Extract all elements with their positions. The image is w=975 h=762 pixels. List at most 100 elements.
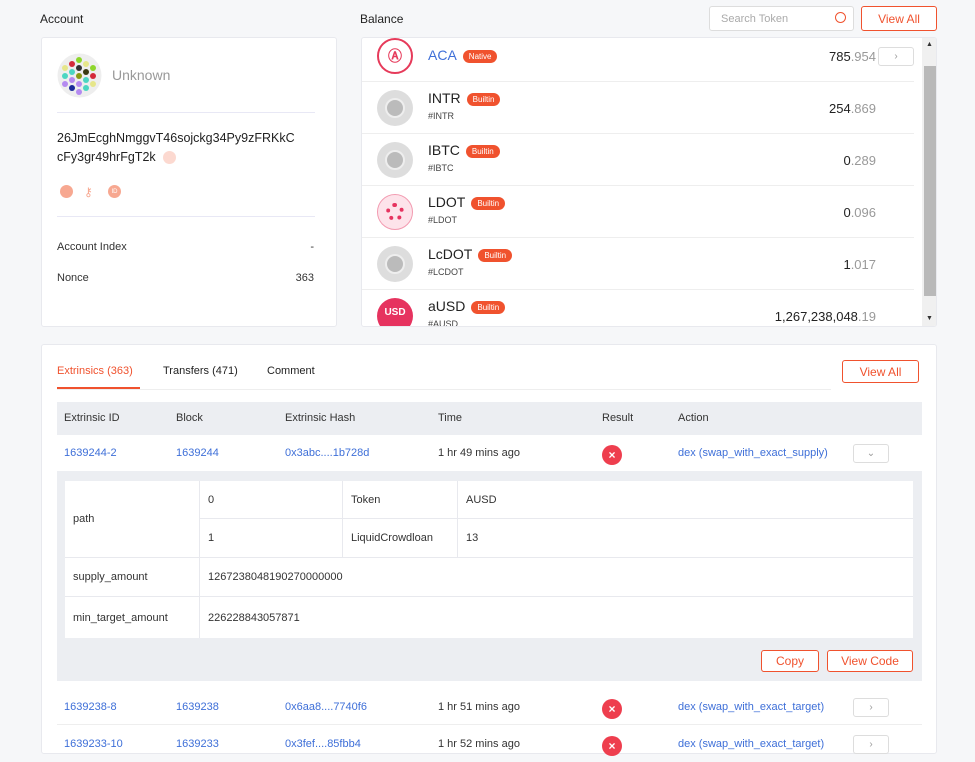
path-value: 13 <box>458 519 913 558</box>
token-symbol: #LCDOT <box>428 267 464 277</box>
account-index-value: - <box>310 241 314 253</box>
chevron-right-button[interactable]: › <box>853 698 889 717</box>
account-title: Account <box>40 12 84 26</box>
token-row[interactable]: Ⓐ ACA Native 785.954 › <box>362 38 914 82</box>
hash-link[interactable]: 0x3fef....85fbb4 <box>285 738 361 750</box>
divider <box>57 389 831 390</box>
chevron-down-button[interactable]: ⌄ <box>853 444 889 463</box>
block-link[interactable]: 1639238 <box>176 701 219 713</box>
table-header: Extrinsic ID Block Extrinsic Hash Time R… <box>57 402 922 435</box>
expanded-detail: path 0 Token AUSD 1 LiquidCrowdloan 13 s… <box>57 471 922 681</box>
token-badge: Builtin <box>466 92 501 106</box>
scrollbar-thumb[interactable] <box>924 66 936 296</box>
token-amount: 0.289 <box>843 153 876 168</box>
ldot-token-icon <box>377 194 413 230</box>
scroll-up-icon[interactable]: ▲ <box>926 41 933 48</box>
generic-token-icon <box>377 90 413 126</box>
tab-extrinsics[interactable]: Extrinsics (363) <box>57 365 133 377</box>
divider <box>57 216 315 217</box>
token-name: INTR <box>428 90 461 106</box>
nonce-label: Nonce <box>57 272 89 284</box>
ausd-token-icon: USD <box>377 298 413 326</box>
tab-comment[interactable]: Comment <box>267 365 315 377</box>
action-link[interactable]: dex (swap_with_exact_target) <box>678 738 824 750</box>
token-amount: 785.954 <box>828 49 876 64</box>
balance-card: Ⓐ ACA Native 785.954 › INTR Builtin #INTR … <box>361 37 937 327</box>
tab-transfers[interactable]: Transfers (471) <box>163 365 238 377</box>
token-name: LDOT <box>428 194 466 210</box>
account-name: Unknown <box>112 67 171 83</box>
extrinsics-view-all-button[interactable]: View All <box>842 360 919 383</box>
token-symbol: #LDOT <box>428 215 458 225</box>
path-index: 0 <box>200 481 343 519</box>
copy-button[interactable]: Copy <box>761 650 819 672</box>
account-card: Unknown 26JmEcghNmggvT46sojckg34Py9zFRKk… <box>41 37 337 327</box>
scroll-down-icon[interactable]: ▼ <box>926 315 933 322</box>
col-result: Result <box>602 412 634 424</box>
token-name: aUSD <box>428 298 466 314</box>
token-symbol: #INTR <box>428 111 455 121</box>
chevron-right-button[interactable]: › <box>878 47 914 66</box>
grid-icon[interactable] <box>60 185 73 198</box>
extrinsics-card: Extrinsics (363) Transfers (471) Comment… <box>41 344 937 756</box>
token-symbol: #AUSD <box>428 319 459 327</box>
param-name: supply_amount <box>65 558 200 597</box>
param-name: path <box>65 481 200 558</box>
chevron-right-button[interactable]: › <box>853 735 889 754</box>
token-name: IBTC <box>428 142 460 158</box>
token-symbol: #IBTC <box>428 163 454 173</box>
col-time: Time <box>438 412 463 424</box>
key-icon[interactable]: ⚷ <box>84 185 93 199</box>
token-amount: 254.869 <box>828 101 876 116</box>
search-token-input[interactable]: Search Token <box>709 6 854 31</box>
balance-title: Balance <box>360 12 404 26</box>
block-link[interactable]: 1639233 <box>176 738 219 750</box>
path-key: LiquidCrowdloan <box>343 519 458 558</box>
generic-token-icon <box>377 142 413 178</box>
path-value: AUSD <box>458 481 913 519</box>
account-index-label: Account Index <box>57 241 127 253</box>
action-link[interactable]: dex (swap_with_exact_supply) <box>678 447 828 459</box>
param-name: min_target_amount <box>65 597 200 638</box>
table-row[interactable]: 1639244-2 1639244 0x3abc....1b728d 1 hr … <box>57 435 922 471</box>
extrinsic-id-link[interactable]: 1639233-10 <box>64 738 123 750</box>
hash-link[interactable]: 0x6aa8....7740f6 <box>285 701 367 713</box>
path-index: 1 <box>200 519 343 558</box>
account-address: 26JmEcghNmggvT46sojckg34Py9zFRKkC cFy3gr… <box>57 131 295 165</box>
search-icon <box>835 12 846 23</box>
token-name: LcDOT <box>428 246 473 262</box>
identicon-avatar <box>57 53 102 98</box>
token-row[interactable]: INTR Builtin #INTR 254.869 <box>362 82 914 134</box>
extrinsic-id-link[interactable]: 1639238-8 <box>64 701 117 713</box>
table-row[interactable]: 1639238-8 1639238 0x6aa8....7740f6 1 hr … <box>57 688 922 725</box>
id-icon[interactable]: ID <box>108 185 121 198</box>
params-table: path 0 Token AUSD 1 LiquidCrowdloan 13 s… <box>65 481 913 638</box>
action-link[interactable]: dex (swap_with_exact_target) <box>678 701 824 713</box>
param-value: 226228843057871 <box>208 611 300 624</box>
token-row[interactable]: LcDOT Builtin #LCDOT 1.017 <box>362 238 914 290</box>
aca-token-icon: Ⓐ <box>377 38 413 74</box>
token-row[interactable]: IBTC Builtin #IBTC 0.289 <box>362 134 914 186</box>
col-action: Action <box>678 412 709 424</box>
col-hash: Extrinsic Hash <box>285 412 356 424</box>
nonce-value: 363 <box>295 272 314 284</box>
time: 1 hr 51 mins ago <box>438 701 520 713</box>
failed-icon: × <box>602 445 622 465</box>
token-amount: 1.017 <box>843 257 876 272</box>
token-badge: Native <box>462 49 498 63</box>
token-row[interactable]: USD aUSD Builtin #AUSD 1,267,238,048.19 <box>362 290 914 327</box>
block-link[interactable]: 1639244 <box>176 447 219 459</box>
table-row[interactable]: 1639233-10 1639233 0x3fef....85fbb4 1 hr… <box>57 725 922 762</box>
view-code-button[interactable]: View Code <box>827 650 913 672</box>
balance-view-all-button[interactable]: View All <box>861 6 937 31</box>
token-row[interactable]: LDOT Builtin #LDOT 0.096 <box>362 186 914 238</box>
param-value: 1267238048190270000000 <box>200 558 913 597</box>
token-badge: Builtin <box>465 144 500 158</box>
scrollbar[interactable]: ▲ ▼ <box>922 38 936 326</box>
token-badge: Builtin <box>478 248 513 262</box>
token-amount: 1,267,238,048.19 <box>774 309 876 324</box>
extrinsic-id-link[interactable]: 1639244-2 <box>64 447 117 459</box>
copy-icon[interactable] <box>163 151 177 165</box>
hash-link[interactable]: 0x3abc....1b728d <box>285 447 369 459</box>
token-amount: 0.096 <box>843 205 876 220</box>
